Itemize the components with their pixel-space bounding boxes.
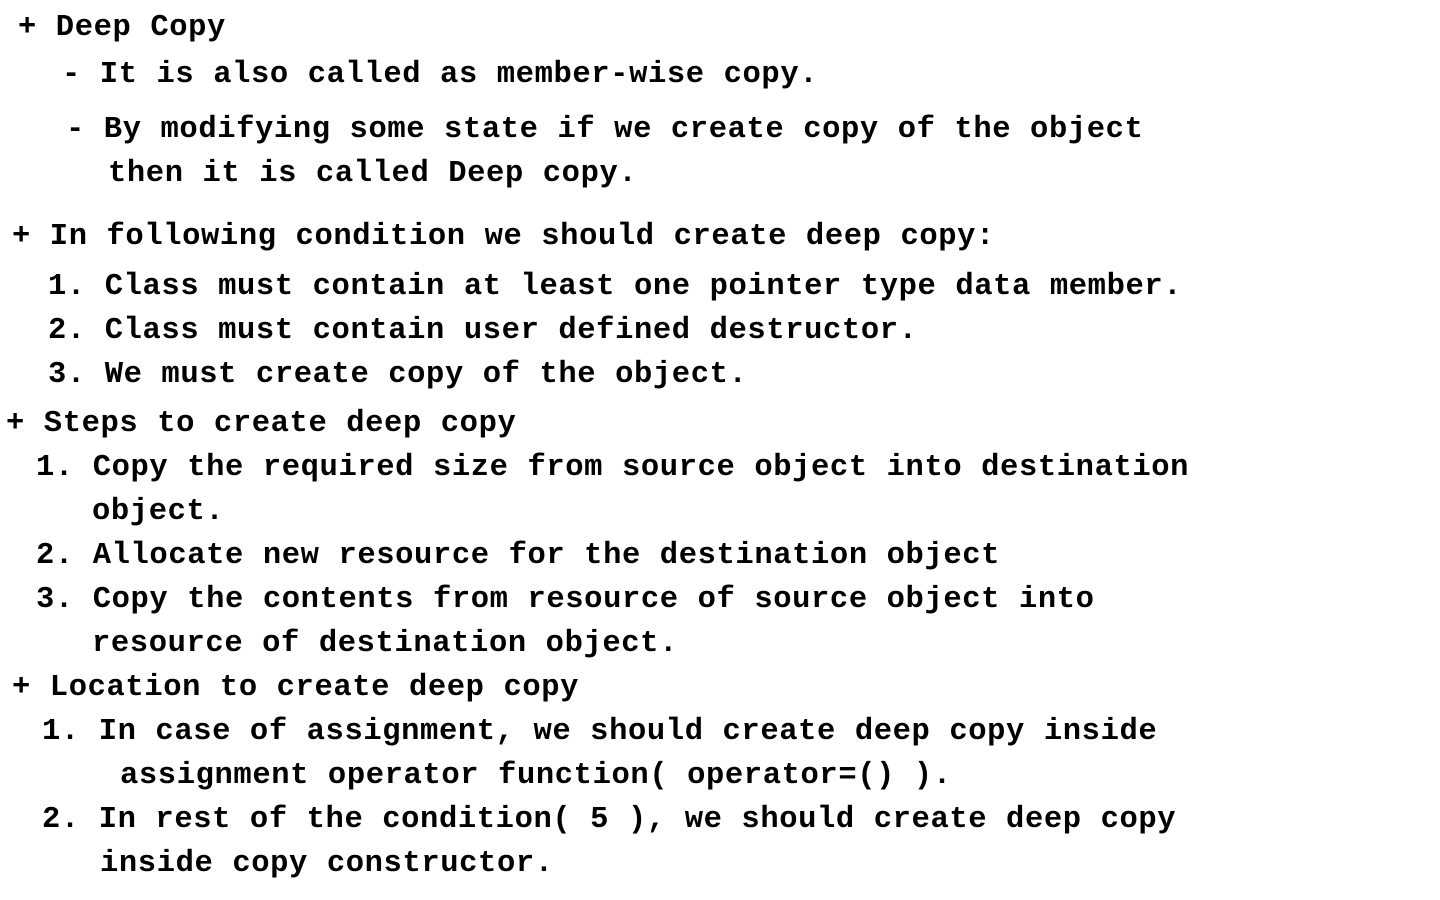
deep-copy-item-2: - By modifying some state if we create c… xyxy=(66,113,1144,147)
location-item-2: 2. In rest of the condition( 5 ), we sho… xyxy=(42,803,1177,837)
section-heading-deep-copy: + Deep Copy xyxy=(18,11,226,45)
location-item-1: 1. In case of assignment, we should crea… xyxy=(42,715,1158,749)
condition-item-2: 2. Class must contain user defined destr… xyxy=(48,314,918,348)
section-heading-location: + Location to create deep copy xyxy=(12,671,580,705)
section-heading-steps: + Steps to create deep copy xyxy=(6,407,517,441)
step-item-2: 2. Allocate new resource for the destina… xyxy=(36,539,1001,573)
condition-item-1: 1. Class must contain at least one point… xyxy=(48,270,1183,304)
step-item-1: 1. Copy the required size from source ob… xyxy=(36,451,1190,485)
step-item-1-cont: object. xyxy=(92,495,225,529)
step-item-3-cont: resource of destination object. xyxy=(92,627,678,661)
location-item-2-cont: inside copy constructor. xyxy=(100,847,554,881)
section-heading-conditions: + In following condition we should creat… xyxy=(12,220,995,254)
condition-item-3: 3. We must create copy of the object. xyxy=(48,358,748,392)
deep-copy-item-1: - It is also called as member-wise copy. xyxy=(62,58,819,92)
step-item-3: 3. Copy the contents from resource of so… xyxy=(36,583,1095,617)
deep-copy-item-2-cont: then it is called Deep copy. xyxy=(108,157,638,191)
location-item-1-cont: assignment operator function( operator=(… xyxy=(120,759,952,793)
